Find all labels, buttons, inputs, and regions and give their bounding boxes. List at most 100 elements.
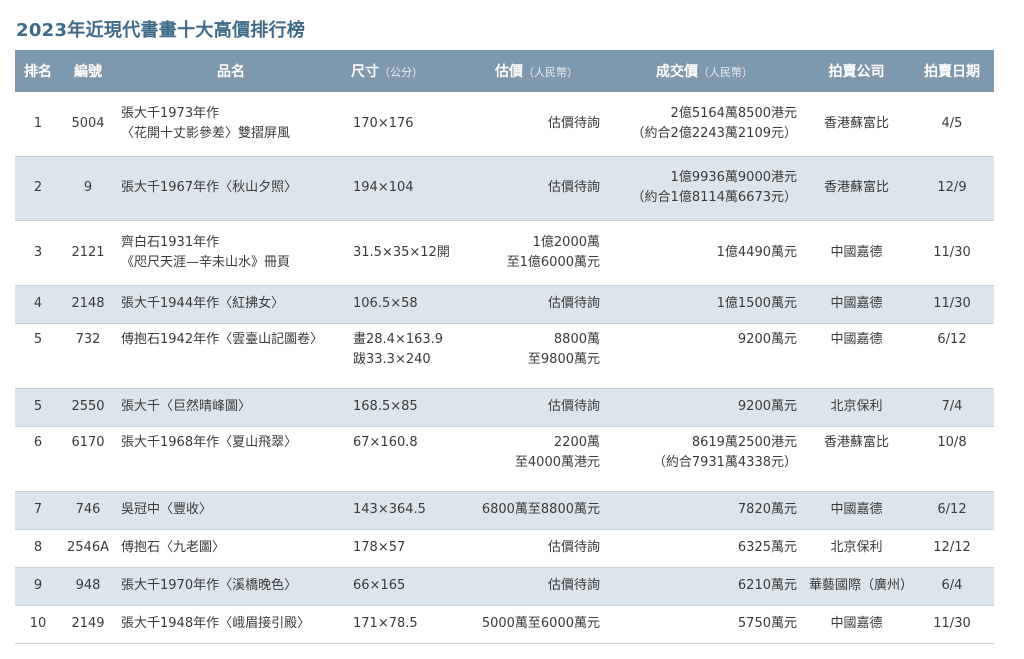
cell-price-line: 6325萬元 [737, 540, 797, 555]
cell-estimate-line: 5000萬至6000萬元 [481, 616, 600, 631]
cell-house-line: 香港蘇富比 [823, 434, 889, 450]
cell-name-line: 吳冠中〈豐收〉 [121, 502, 213, 517]
table-row: 4 2148 張大千1944年作〈紅拂女〉 106.5×58 估價待詢 1億1500萬元 中… [15, 285, 994, 323]
cell-rank: 6 [15, 426, 61, 491]
cell-price-line: 7820萬元 [737, 502, 797, 517]
cell-house: 香港蘇富比 [803, 92, 910, 156]
cell-name-line: 張大千1970年作〈溪橋晚色〉 [121, 578, 298, 593]
header-name: 品名 [217, 64, 245, 80]
cell-name: 張大千1973年作 〈花開十丈影參差〉雙摺屏風 [115, 92, 347, 156]
cell-size-line: 31.5×35×12開 [353, 244, 450, 260]
cell-estimate-line: 估價待詢 [547, 399, 600, 414]
cell-rank: 5 [15, 323, 61, 388]
cell-name-line: 張大千〈巨然晴峰圖〉 [121, 399, 252, 414]
cell-price: 1億4490萬元 [606, 220, 803, 285]
cell-house-line: 香港蘇富比 [823, 115, 889, 131]
cell-date: 6/12 [910, 491, 994, 529]
cell-date-line: 6/4 [941, 578, 963, 593]
cell-rank-line: 2 [33, 180, 43, 195]
cell-date-line: 11/30 [933, 244, 971, 260]
cell-name: 齊白石1931年作 《咫尺天涯—辛未山水》冊頁 [115, 220, 347, 285]
cell-size: 畫28.4×163.9 跋33.3×240 [347, 323, 467, 388]
cell-price-line: 5750萬元 [737, 616, 797, 631]
cell-name-line: 張大千1967年作〈秋山夕照〉 [121, 180, 298, 195]
cell-size: 143×364.5 [347, 491, 467, 529]
cell-house: 華藝國際（廣州） [803, 567, 914, 605]
cell-lot-line: 2149 [71, 616, 105, 631]
cell-size-line: 168.5×85 [353, 399, 418, 414]
cell-lot: 948 [61, 567, 115, 605]
cell-size: 106.5×58 [347, 285, 467, 323]
cell-price-line: 1億4490萬元 [716, 244, 797, 260]
cell-price-line: 2億5164萬8500港元 [670, 105, 797, 121]
cell-lot: 2550 [61, 388, 115, 426]
cell-estimate-line: 估價待詢 [547, 578, 600, 593]
header-estimate-unit: （人民幣） [523, 66, 578, 79]
cell-date: 11/30 [910, 605, 994, 643]
cell-house-line: 北京保利 [830, 540, 883, 555]
cell-lot: 2149 [61, 605, 115, 643]
cell-lot: 6170 [61, 426, 115, 491]
cell-name-line: 張大千1968年作〈夏山飛翠〉 [121, 434, 298, 450]
cell-house-line: 華藝國際（廣州） [809, 578, 914, 593]
cell-rank-line: 5 [33, 399, 43, 414]
cell-name: 張大千1948年作〈峨眉接引殿〉 [115, 605, 347, 643]
cell-price-line: （約合7931萬4338元） [652, 454, 797, 470]
cell-estimate-line: 6800萬至8800萬元 [481, 502, 600, 517]
cell-date: 10/8 [910, 426, 994, 491]
table-row: 9 948 張大千1970年作〈溪橋晚色〉 66×165 估價待詢 6210萬元 華藝國際（… [15, 567, 994, 605]
cell-price: 6325萬元 [606, 529, 803, 567]
cell-estimate: 6800萬至8800萬元 [467, 491, 606, 529]
cell-name: 傅抱石1942年作〈雲臺山記圖卷〉 [115, 323, 347, 388]
cell-date: 11/30 [910, 285, 994, 323]
cell-name: 張大千1968年作〈夏山飛翠〉 [115, 426, 347, 491]
cell-lot: 2121 [61, 220, 115, 285]
cell-rank-line: 10 [29, 616, 47, 631]
cell-lot-line: 2550 [71, 399, 105, 414]
cell-price: 1億1500萬元 [606, 285, 803, 323]
cell-size: 178×57 [347, 529, 467, 567]
cell-price-line: 9200萬元 [737, 331, 797, 347]
cell-name: 張大千1967年作〈秋山夕照〉 [115, 156, 347, 220]
cell-house: 香港蘇富比 [803, 156, 910, 220]
cell-lot-line: 2148 [71, 296, 105, 311]
cell-size-line: 跋33.3×240 [353, 351, 431, 367]
cell-house-line: 中國嘉德 [830, 331, 883, 347]
cell-date-line: 12/9 [937, 180, 967, 195]
cell-date: 12/9 [910, 156, 994, 220]
cell-lot: 2546A [61, 529, 115, 567]
cell-house-line: 中國嘉德 [830, 616, 883, 631]
table-row: 7 746 吳冠中〈豐收〉 143×364.5 6800萬至8800萬元 7820萬元 中國… [15, 491, 994, 529]
cell-estimate: 2200萬 至4000萬港元 [467, 426, 606, 491]
cell-estimate-line: 估價待詢 [547, 296, 600, 311]
cell-house-line: 香港蘇富比 [823, 180, 889, 195]
header-price-unit: （人民幣） [698, 66, 753, 79]
cell-rank-line: 3 [33, 244, 43, 260]
cell-price: 5750萬元 [606, 605, 803, 643]
cell-rank-line: 9 [33, 578, 43, 593]
cell-lot-line: 746 [75, 502, 101, 517]
cell-size-line: 143×364.5 [353, 502, 426, 517]
cell-size-line: 170×176 [353, 115, 414, 131]
cell-house-line: 中國嘉德 [830, 296, 883, 311]
cell-rank: 2 [15, 156, 61, 220]
cell-date-line: 11/30 [933, 296, 971, 311]
header-rank: 排名 [24, 64, 52, 80]
cell-name-line: 〈花開十丈影參差〉雙摺屏風 [121, 125, 291, 141]
cell-name: 張大千〈巨然晴峰圖〉 [115, 388, 347, 426]
header-size-unit: （公分） [379, 66, 423, 79]
cell-estimate: 估價待詢 [467, 529, 606, 567]
cell-lot-line: 6170 [71, 434, 105, 450]
cell-size: 194×104 [347, 156, 467, 220]
cell-date: 6/4 [910, 567, 994, 605]
cell-lot-line: 948 [75, 578, 101, 593]
cell-name-line: 張大千1944年作〈紅拂女〉 [121, 296, 285, 311]
cell-date-line: 10/8 [937, 434, 967, 450]
cell-rank-line: 7 [33, 502, 43, 517]
header-lot: 編號 [74, 64, 102, 80]
cell-price-line: 6210萬元 [737, 578, 797, 593]
cell-estimate-line: 至4000萬港元 [514, 454, 600, 470]
ranking-table: 排名 編號 品名 尺寸（公分） 估價（人民幣） 成交價（人民幣） 拍賣公司 拍賣… [15, 50, 994, 644]
cell-date: 7/4 [910, 388, 994, 426]
cell-date: 11/30 [910, 220, 994, 285]
